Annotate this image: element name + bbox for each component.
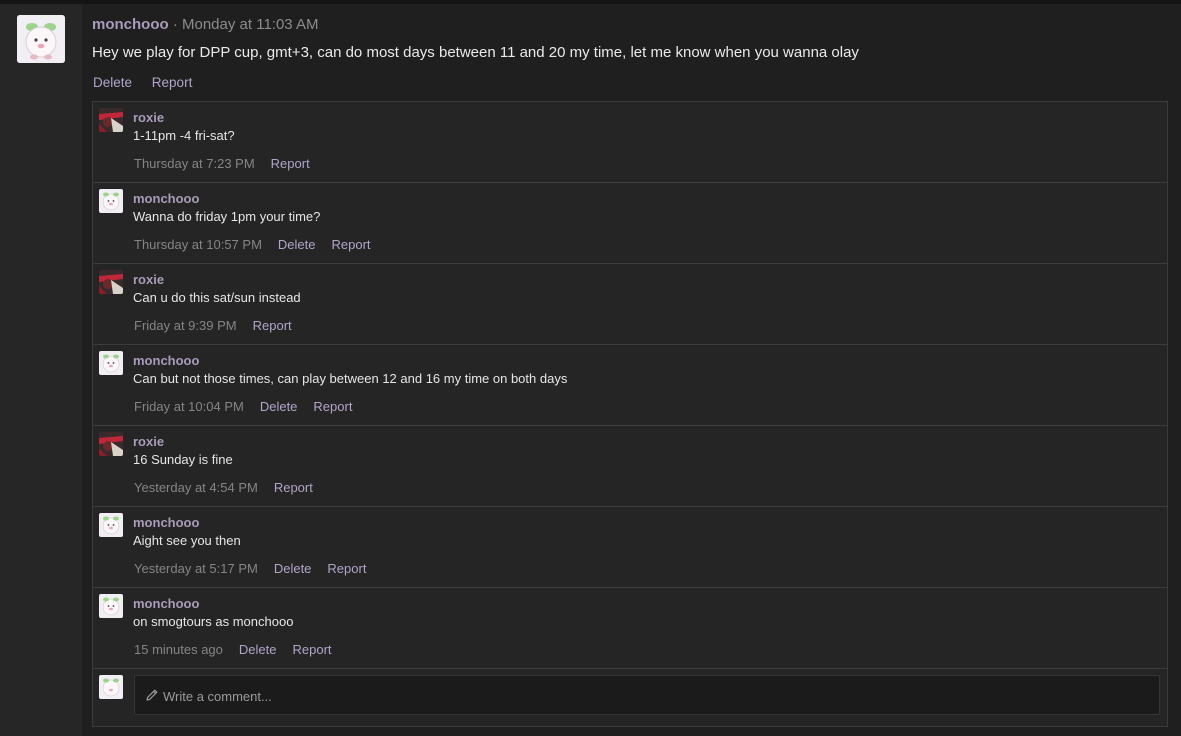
- report-button[interactable]: Report: [274, 480, 313, 495]
- comment-meta: Yesterday at 4:54 PM Report: [134, 480, 329, 495]
- comment-text: 1-11pm -4 fri-sat?: [133, 128, 235, 143]
- comment-text: on smogtours as monchooo: [133, 614, 294, 629]
- post-header: monchooo · Monday at 11:03 AM: [92, 16, 318, 33]
- post-timestamp[interactable]: Monday at 11:03 AM: [182, 16, 318, 33]
- comment-item: monchooo Wanna do friday 1pm your time? Th…: [93, 183, 1167, 264]
- avatar[interactable]: [99, 513, 123, 537]
- avatar[interactable]: [99, 189, 123, 213]
- delete-button[interactable]: Delete: [274, 561, 312, 576]
- pencil-icon: [145, 688, 159, 702]
- delete-button[interactable]: Delete: [239, 642, 277, 657]
- report-button[interactable]: Report: [331, 237, 370, 252]
- avatar[interactable]: [99, 594, 123, 618]
- comment-author[interactable]: monchooo: [133, 353, 199, 368]
- comment-item: roxie 1-11pm -4 fri-sat? Thursday at 7:23 …: [93, 102, 1167, 183]
- comment-text: Can u do this sat/sun instead: [133, 290, 301, 305]
- comment-meta: Yesterday at 5:17 PM Delete Report: [134, 561, 382, 576]
- comment-item: monchooo Aight see you then Yesterday at 5…: [93, 507, 1167, 588]
- comment-author[interactable]: roxie: [133, 110, 164, 125]
- comment-item: monchooo on smogtours as monchooo 15 minut…: [93, 588, 1167, 669]
- report-button[interactable]: Report: [327, 561, 366, 576]
- comment-text: 16 Sunday is fine: [133, 452, 233, 467]
- comment-timestamp[interactable]: Friday at 9:39 PM: [134, 318, 237, 333]
- comment-item: monchooo Can but not those times, can pla…: [93, 345, 1167, 426]
- delete-button[interactable]: Delete: [93, 75, 132, 90]
- post-author[interactable]: monchooo: [92, 16, 169, 33]
- avatar[interactable]: [99, 432, 123, 456]
- comment-timestamp[interactable]: Thursday at 10:57 PM: [134, 237, 262, 252]
- comment-input[interactable]: [161, 676, 1155, 716]
- comment-author[interactable]: monchooo: [133, 515, 199, 530]
- comment-text: Aight see you then: [133, 533, 241, 548]
- avatar[interactable]: [99, 108, 123, 132]
- delete-button[interactable]: Delete: [278, 237, 316, 252]
- comment-author[interactable]: roxie: [133, 272, 164, 287]
- comment-text: Wanna do friday 1pm your time?: [133, 209, 321, 224]
- comment-meta: Thursday at 10:57 PM Delete Report: [134, 237, 387, 252]
- comment-meta: 15 minutes ago Delete Report: [134, 642, 348, 657]
- report-button[interactable]: Report: [292, 642, 331, 657]
- report-button[interactable]: Report: [271, 156, 310, 171]
- header-separator: ·: [172, 16, 178, 33]
- post-actions: Delete Report: [93, 75, 208, 90]
- report-button[interactable]: Report: [313, 399, 352, 414]
- comment-timestamp[interactable]: Yesterday at 5:17 PM: [134, 561, 258, 576]
- comment-timestamp[interactable]: Yesterday at 4:54 PM: [134, 480, 258, 495]
- avatar[interactable]: [99, 270, 123, 294]
- comment-meta: Friday at 10:04 PM Delete Report: [134, 399, 368, 414]
- post-body: Hey we play for DPP cup, gmt+3, can do m…: [92, 44, 859, 61]
- comment-text: Can but not those times, can play betwee…: [133, 371, 568, 386]
- report-button[interactable]: Report: [152, 75, 193, 90]
- comment-timestamp[interactable]: 15 minutes ago: [134, 642, 223, 657]
- comment-meta: Friday at 9:39 PM Report: [134, 318, 308, 333]
- comment-item: roxie 16 Sunday is fine Yesterday at 4:54 …: [93, 426, 1167, 507]
- comment-author[interactable]: monchooo: [133, 596, 199, 611]
- avatar[interactable]: [17, 15, 65, 63]
- avatar[interactable]: [99, 351, 123, 375]
- left-gutter: [0, 4, 82, 736]
- comment-meta: Thursday at 7:23 PM Report: [134, 156, 326, 171]
- report-button[interactable]: Report: [253, 318, 292, 333]
- delete-button[interactable]: Delete: [260, 399, 298, 414]
- comment-author[interactable]: monchooo: [133, 191, 199, 206]
- reply-box[interactable]: [134, 675, 1160, 716]
- comment-author[interactable]: roxie: [133, 434, 164, 449]
- reply-row: [93, 669, 1167, 725]
- comment-timestamp[interactable]: Friday at 10:04 PM: [134, 399, 244, 414]
- avatar: [99, 675, 123, 699]
- comments-list: roxie 1-11pm -4 fri-sat? Thursday at 7:23 …: [92, 101, 1168, 727]
- comment-item: roxie Can u do this sat/sun instead Friday…: [93, 264, 1167, 345]
- comment-timestamp[interactable]: Thursday at 7:23 PM: [134, 156, 255, 171]
